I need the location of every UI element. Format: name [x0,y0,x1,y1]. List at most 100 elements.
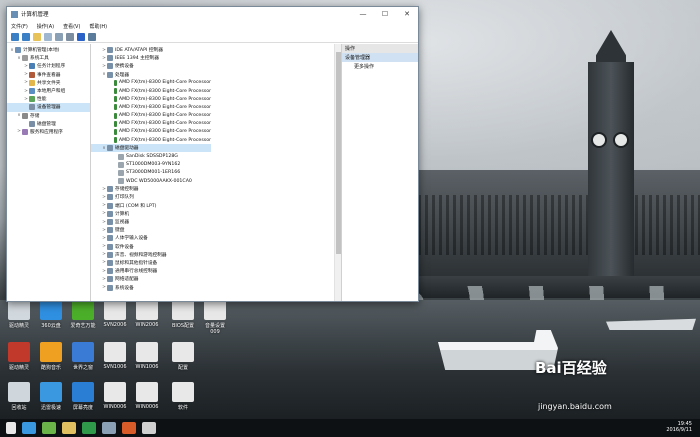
device-tree-item[interactable]: > 声音、视频和游戏控制器 [91,251,211,259]
device-tree-item[interactable]: > IEEE 1394 主控制器 [91,54,211,62]
desktop-shortcut[interactable]: 软件 [168,382,198,411]
nav-item-label: 事件查看器 [37,72,61,78]
taskbar-app-icon[interactable] [122,422,136,434]
menu-view[interactable]: 查看(V) [63,23,80,30]
device-tree: > IDE ATA/ATAPI 控制器 > IEEE 1394 主控制器 > 便携设备 ∨ 处… [91,44,341,301]
device-tree-item[interactable]: AMD FX(tm)-8300 Eight-Core Processor [91,87,211,95]
export-list-icon[interactable] [66,32,74,41]
device-tree-item[interactable]: > 鼠标和其他指针设备 [91,259,211,267]
up-folder-icon[interactable] [33,32,41,41]
device-tree-item[interactable]: SanDisk SDSSDP128G [91,152,211,160]
explorer-icon[interactable] [62,422,76,434]
nav-item[interactable]: > 事件查看器 [7,71,90,79]
nav-item[interactable]: > 共享文件夹 [7,79,90,87]
desktop-shortcut[interactable]: BIOS配置 [168,300,198,329]
device-tree-item[interactable]: AMD FX(tm)-8300 Eight-Core Processor [91,112,211,120]
storage-icon [22,112,28,119]
menu-file[interactable]: 文件(F) [11,23,28,30]
device-tree-item[interactable]: > 计算机 [91,210,211,218]
device-tree-item[interactable]: AMD FX(tm)-8300 Eight-Core Processor [91,136,211,144]
device-tree-item[interactable]: > IDE ATA/ATAPI 控制器 [91,46,211,54]
device-tree-item[interactable]: > 打印队列 [91,193,211,201]
nav-item[interactable]: > 本地用户和组 [7,87,90,95]
nav-item[interactable]: ∨ 存储 [7,112,90,120]
help-icon[interactable] [77,32,85,41]
properties-icon[interactable] [55,32,63,41]
shortcut-icon [72,382,94,402]
desktop-shortcut[interactable]: 酷狗音乐 [36,342,66,371]
device-tree-item[interactable]: > 监视器 [91,218,211,226]
back-icon[interactable] [11,32,19,41]
show-hide-tree-icon[interactable] [44,32,52,41]
desktop-shortcut[interactable]: 屏幕亮度 [68,382,98,411]
nav-item[interactable]: > 服务和应用程序 [7,128,90,136]
device-tree-item[interactable]: AMD FX(tm)-8300 Eight-Core Processor [91,103,211,111]
browser-icon[interactable] [22,422,36,434]
desktop-shortcut[interactable]: 回收站 [4,382,34,411]
scrollbar-thumb[interactable] [336,52,341,254]
shortcut-icon [40,382,62,402]
device-tree-item[interactable]: AMD FX(tm)-8300 Eight-Core Processor [91,79,211,87]
desktop-shortcut[interactable]: 驱动精灵 [4,300,34,329]
device-tree-item[interactable]: > 端口 (COM 和 LPT) [91,202,211,210]
vertical-scrollbar[interactable] [334,44,341,301]
minimize-button[interactable]: — [352,7,374,21]
nav-item[interactable]: 设备管理器 [7,103,90,112]
desktop-shortcut[interactable]: WIN0006 [100,382,130,410]
device-tree-item[interactable]: AMD FX(tm)-8300 Eight-Core Processor [91,128,211,136]
device-tree-item[interactable]: ST1000DM003-9YN162 [91,161,211,169]
taskbar-app-icon[interactable] [42,422,56,434]
title-bar[interactable]: 计算机管理 — ☐ ✕ [7,7,418,21]
desktop-shortcut[interactable]: 配置 [168,342,198,371]
desktop-shortcut[interactable]: 爱奇艺万能 [68,300,98,329]
shortcut-icon [104,300,126,320]
desktop-shortcut[interactable]: 音量设置 009 [200,300,230,335]
computer-management-taskbar-icon[interactable] [102,422,116,434]
device-tree-item[interactable]: AMD FX(tm)-8300 Eight-Core Processor [91,95,211,103]
device-icon [114,79,117,86]
device-tree-item[interactable]: > 存储控制器 [91,185,211,193]
device-tree-item[interactable]: ∨ 处理器 [91,71,211,79]
taskbar-app-icon[interactable] [82,422,96,434]
more-actions-link[interactable]: 更多操作 [342,62,418,71]
device-tree-item[interactable]: > 人体学输入设备 [91,234,211,242]
shortcut-label: WIN2006 [135,322,159,328]
nav-item[interactable]: 磁盘管理 [7,120,90,128]
console-icon[interactable] [88,32,96,41]
device-tree-item[interactable]: > 便携设备 [91,62,211,70]
forward-icon[interactable] [22,32,30,41]
device-tree-item[interactable]: AMD FX(tm)-8300 Eight-Core Processor [91,120,211,128]
device-tree-item[interactable]: WDC WD5000AAKX-001CA0 [91,177,211,185]
menu-action[interactable]: 操作(A) [37,23,54,30]
desktop-shortcut[interactable]: 世界之窗 [68,342,98,371]
menu-help[interactable]: 帮助(H) [89,23,107,30]
device-tree-item[interactable]: > 软件设备 [91,243,211,251]
device-tree-item[interactable]: > 系统设备 [91,283,211,291]
taskbar-app-icon[interactable] [142,422,156,434]
start-icon[interactable] [6,422,16,434]
device-tree-item[interactable]: ST3000DM001-1ER166 [91,169,211,177]
desktop-shortcut[interactable]: 360云盘 [36,300,66,329]
device-tree-item[interactable]: ∨ 磁盘驱动器 [91,144,211,153]
device-tree-item[interactable]: > 网络适配器 [91,275,211,283]
close-button[interactable]: ✕ [396,7,418,21]
desktop-shortcut[interactable]: WIN0006 [132,382,162,410]
device-label: AMD FX(tm)-8300 Eight-Core Processor [118,121,211,127]
maximize-button[interactable]: ☐ [374,7,396,21]
desktop-shortcut[interactable]: SVN2006 [100,300,130,328]
system-tray[interactable]: 19:45 2016/9/11 [666,421,692,433]
nav-item[interactable]: > 任务计划程序 [7,62,90,70]
device-tree-item[interactable]: > 键盘 [91,226,211,234]
desktop-shortcut[interactable]: SVN1006 [100,342,130,370]
nav-item[interactable]: ∨ 计算机管理(本地) [7,46,90,54]
device-tree-item[interactable]: > 通用串行总线控制器 [91,267,211,275]
desktop-shortcut[interactable]: WIN1006 [132,342,162,370]
computer-management-window[interactable]: 计算机管理 — ☐ ✕ 文件(F) 操作(A) 查看(V) 帮助(H) ∨ 计算机… [6,6,419,302]
desktop-shortcut[interactable]: 驱动精灵 [4,342,34,371]
actions-section-device-manager[interactable]: 设备管理器 [342,53,418,62]
window-title: 计算机管理 [21,12,49,18]
nav-item[interactable]: ∨ 系统工具 [7,54,90,62]
desktop-shortcut[interactable]: 迅雷极速 [36,382,66,411]
nav-item[interactable]: > 性能 [7,95,90,103]
desktop-shortcut[interactable]: WIN2006 [132,300,162,328]
